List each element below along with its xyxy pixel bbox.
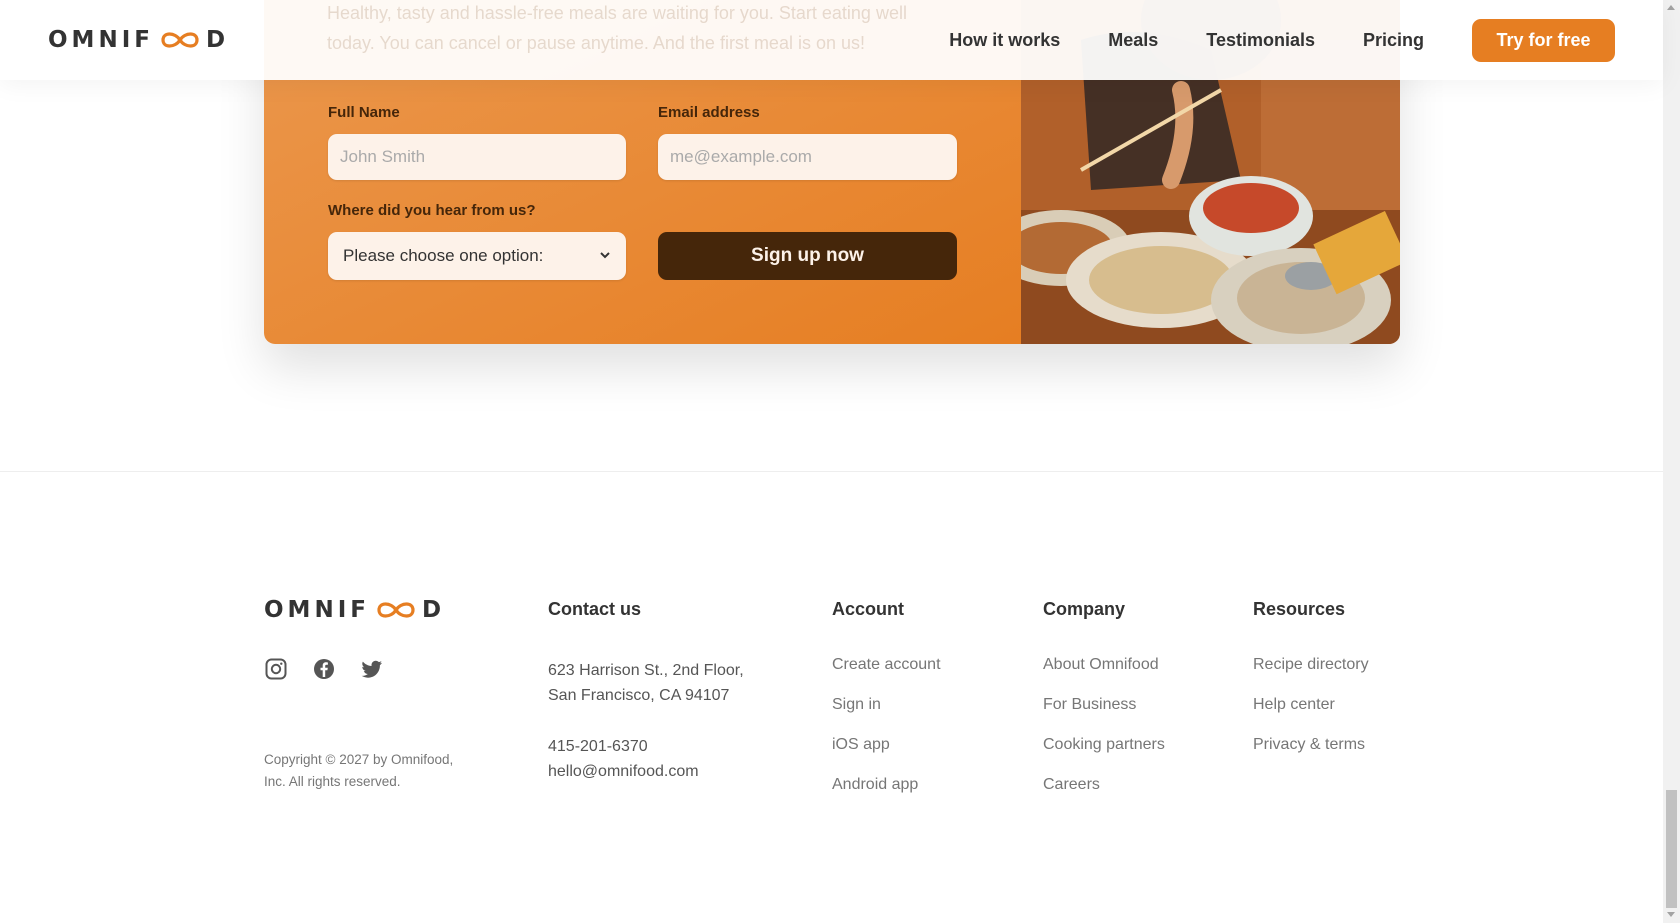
chevron-down-icon [599, 246, 611, 266]
copyright-line-2: Inc. All rights reserved. [264, 774, 401, 789]
resources-title: Resources [1253, 599, 1346, 619]
infinity-icon [373, 598, 419, 622]
facebook-icon[interactable] [312, 657, 336, 681]
try-for-free-button[interactable]: Try for free [1472, 18, 1615, 62]
contact-address: 623 Harrison St., 2nd Floor, San Francis… [548, 658, 744, 708]
address-line-2: San Francisco, CA 94107 [548, 687, 730, 704]
contact-details: 415-201-6370 hello@omnifood.com [548, 734, 699, 784]
logo-text-left: OMNIF [48, 27, 154, 53]
source-select-value: Please choose one option: [343, 246, 544, 265]
account-title: Account [832, 599, 904, 619]
scroll-down-arrow-icon[interactable] [1667, 912, 1675, 917]
footer-link-android-app[interactable]: Android app [832, 776, 918, 794]
instagram-icon[interactable] [264, 657, 288, 681]
sign-up-button[interactable]: Sign up now [658, 232, 957, 280]
email-label: Email address [658, 104, 760, 121]
footer-link-careers[interactable]: Careers [1043, 776, 1100, 794]
scroll-up-arrow-icon[interactable] [1667, 5, 1675, 10]
source-select[interactable]: Please choose one option: [328, 232, 626, 280]
footer-logo[interactable]: OMNIF D [264, 597, 445, 623]
footer-link-help-center[interactable]: Help center [1253, 696, 1335, 714]
copyright-line-1: Copyright © 2027 by Omnifood, [264, 752, 454, 767]
footer-link-for-business[interactable]: For Business [1043, 696, 1136, 714]
footer-link-ios-app[interactable]: iOS app [832, 736, 890, 754]
footer-logo-text-left: OMNIF [264, 597, 370, 623]
nav-link-testimonials[interactable]: Testimonials [1206, 30, 1315, 51]
source-label: Where did you hear from us? [328, 202, 536, 219]
full-name-label: Full Name [328, 104, 400, 121]
page-scrollbar[interactable] [1663, 0, 1680, 923]
scrollbar-thumb[interactable] [1666, 790, 1677, 908]
footer-link-sign-in[interactable]: Sign in [832, 696, 881, 714]
footer-link-cooking-partners[interactable]: Cooking partners [1043, 736, 1165, 754]
site-header: OMNIF D How it works Meals Testimonials … [0, 0, 1663, 80]
email-input[interactable]: me@example.com [658, 134, 957, 180]
footer-link-about[interactable]: About Omnifood [1043, 656, 1159, 674]
footer-link-create-account[interactable]: Create account [832, 656, 941, 674]
contact-phone-link[interactable]: 415-201-6370 [548, 738, 648, 755]
footer-divider [0, 471, 1663, 472]
company-title: Company [1043, 599, 1126, 619]
contact-email-link[interactable]: hello@omnifood.com [548, 763, 699, 780]
full-name-input[interactable]: John Smith [328, 134, 626, 180]
logo-text-right: D [205, 27, 230, 53]
main-nav: How it works Meals Testimonials Pricing … [949, 18, 1615, 62]
nav-link-pricing[interactable]: Pricing [1363, 30, 1424, 51]
contact-title: Contact us [548, 599, 642, 619]
footer-link-privacy-terms[interactable]: Privacy & terms [1253, 736, 1365, 754]
address-line-1: 623 Harrison St., 2nd Floor, [548, 662, 744, 679]
footer-logo-text-right: D [421, 597, 446, 623]
copyright-text: Copyright © 2027 by Omnifood, Inc. All r… [264, 749, 484, 793]
twitter-icon[interactable] [360, 657, 384, 681]
infinity-icon [157, 28, 203, 52]
nav-link-meals[interactable]: Meals [1108, 30, 1158, 51]
footer-link-recipe-directory[interactable]: Recipe directory [1253, 656, 1369, 674]
header-logo[interactable]: OMNIF D [48, 27, 229, 53]
nav-link-how-it-works[interactable]: How it works [949, 30, 1060, 51]
